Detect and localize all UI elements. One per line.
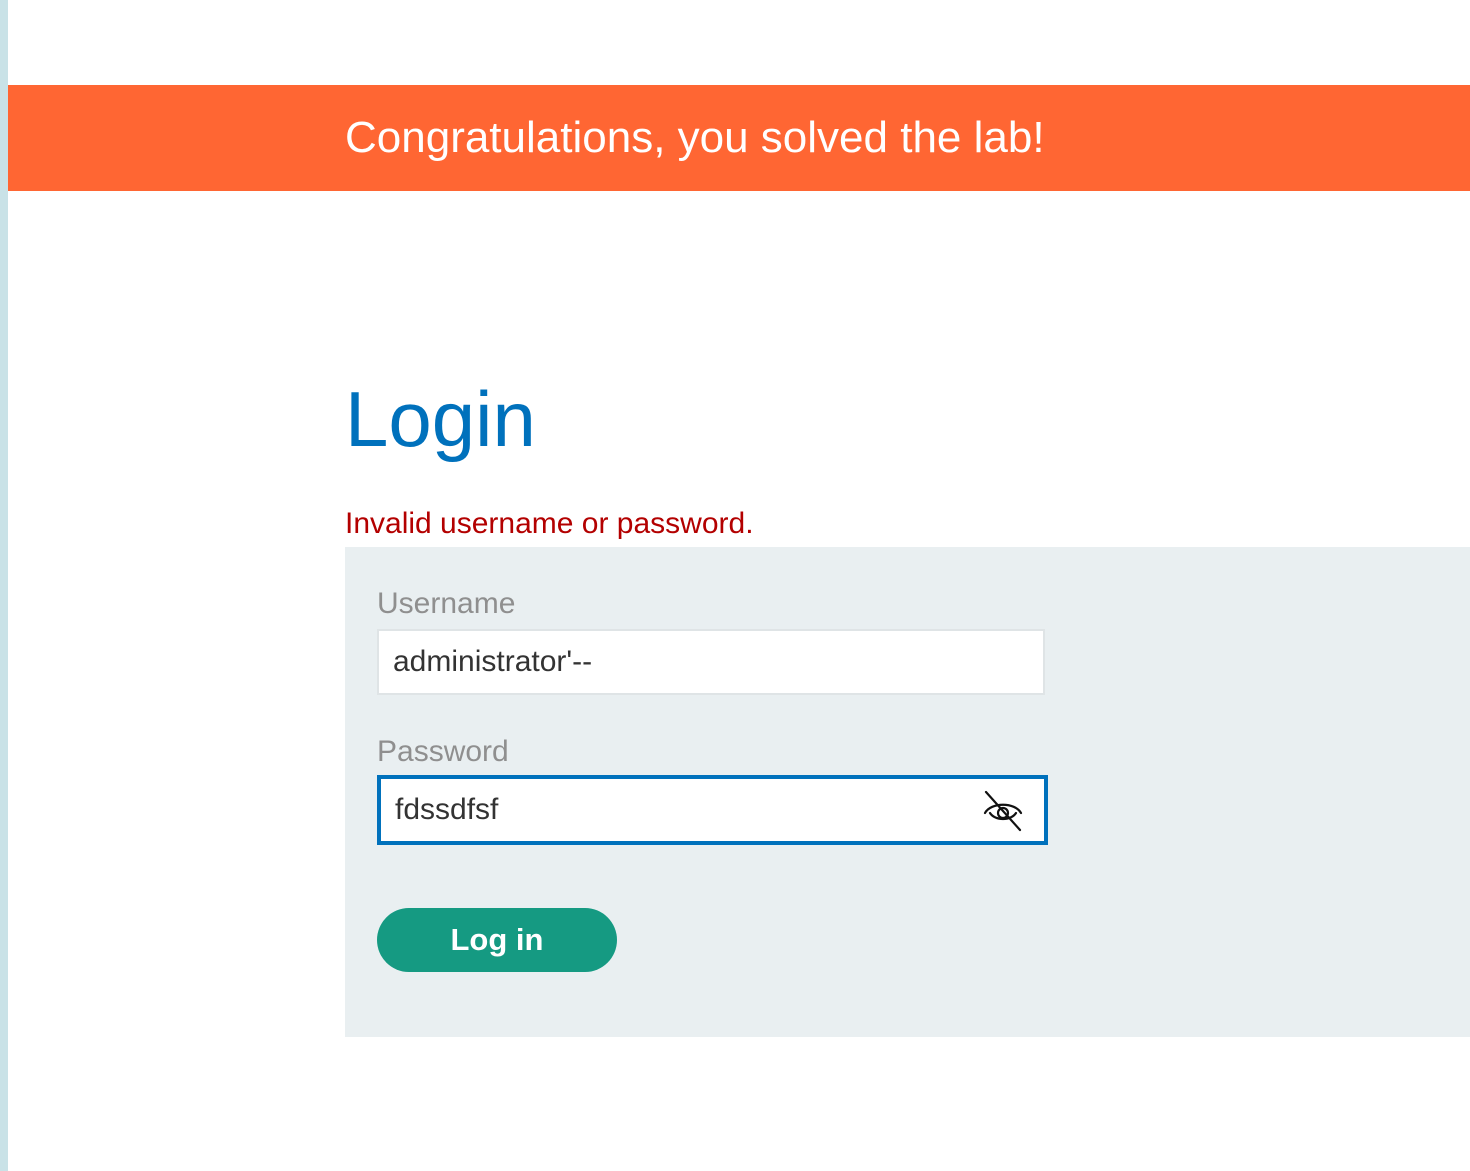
login-form: Username Password Log in (345, 547, 1470, 1037)
page-title: Login (345, 375, 536, 463)
eye-off-icon (983, 790, 1023, 832)
show-password-toggle[interactable] (979, 787, 1027, 835)
error-message: Invalid username or password. (345, 507, 754, 540)
username-input[interactable] (377, 629, 1045, 695)
left-edge-strip (0, 0, 8, 1171)
banner-message: Congratulations, you solved the lab! (345, 113, 1045, 162)
username-label: Username (377, 587, 516, 620)
password-label: Password (377, 735, 509, 768)
login-button[interactable]: Log in (377, 908, 617, 972)
lab-solved-banner: Congratulations, you solved the lab! (8, 85, 1470, 191)
password-input[interactable] (377, 775, 1048, 845)
